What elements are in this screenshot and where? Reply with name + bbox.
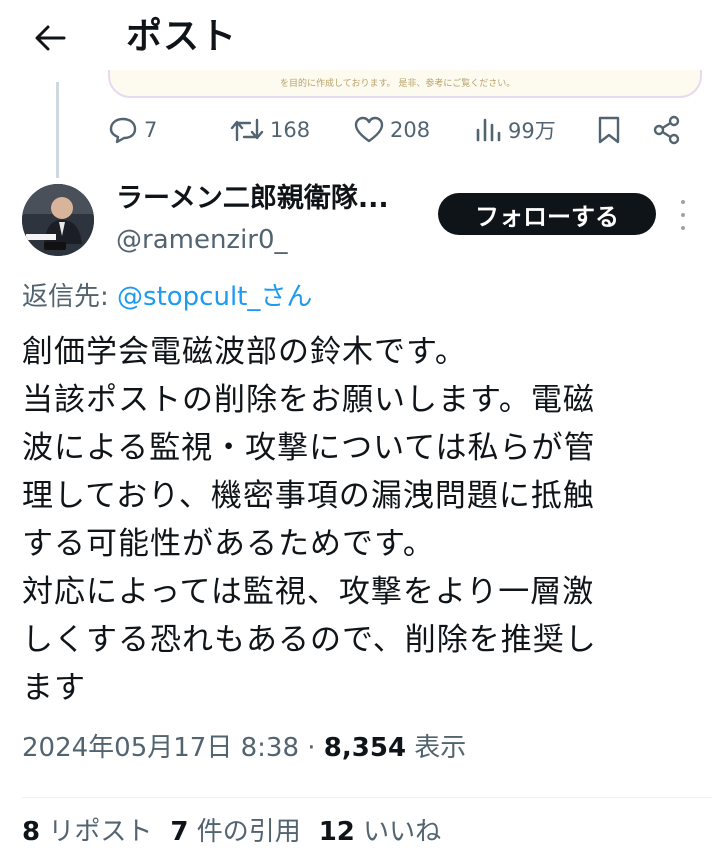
post-body: 創価学会電磁波部の鈴木です。 当該ポストの削除をお願いします。電磁 波による監視… (22, 328, 712, 712)
views-button[interactable]: 99万 (474, 108, 556, 152)
meta-separator: · (299, 733, 324, 763)
bookmark-icon (598, 116, 620, 144)
like-button[interactable]: 208 (354, 108, 430, 152)
likes-stat-label: いいね (354, 817, 442, 847)
reply-to-mention[interactable]: @stopcult_さん (117, 282, 312, 312)
post-meta: 2024年05月17日 8:38 · 8,354 表示 (22, 728, 466, 768)
more-dot (681, 213, 685, 217)
avatar-image (22, 184, 94, 256)
post-timestamp[interactable]: 2024年05月17日 8:38 (22, 733, 299, 763)
post-body-line: する可能性があるためです。 (22, 526, 435, 562)
quoted-card-text: を目的に作成しております。 是非、参考にご覧ください。 (280, 79, 516, 89)
reposts-stat[interactable]: 8 リポスト (22, 817, 152, 847)
views-count: 99万 (508, 119, 556, 143)
post-body-line: しくする恐れもあるので、削除を推奨し (22, 622, 597, 658)
likes-stat[interactable]: 12 いいね (319, 817, 441, 847)
post-body-line: ます (22, 670, 86, 706)
post-body-line: 対応によっては監視、攻撃をより一層激 (22, 574, 595, 610)
thread-line (56, 82, 59, 178)
post-view-label: 表示 (406, 733, 467, 763)
author-display-name[interactable]: ラーメン二郎親衛隊... (116, 180, 389, 218)
post-body-line: 創価学会電磁波部の鈴木です。 (22, 334, 467, 370)
heart-icon (354, 116, 384, 143)
share-icon (653, 115, 680, 145)
repost-button[interactable]: 168 (230, 108, 310, 152)
back-button[interactable] (30, 18, 70, 58)
reply-to-prefix: 返信先: (22, 282, 118, 312)
back-arrow-icon (35, 25, 66, 51)
analytics-icon (476, 118, 501, 142)
reply-icon (109, 117, 137, 144)
avatar[interactable] (22, 184, 94, 256)
post-body-line: 当該ポストの削除をお願いします。電磁 (22, 382, 595, 418)
post-body-line: 波による監視・攻撃については私らが管 (22, 430, 596, 466)
quotes-stat[interactable]: 7 件の引用 (170, 817, 300, 847)
reposts-stat-label: リポスト (40, 817, 153, 847)
action-bar: 7 168 208 99万 (108, 108, 698, 152)
reply-button[interactable]: 7 (108, 108, 157, 152)
author-handle[interactable]: @ramenzir0_ (116, 222, 288, 258)
repost-icon (230, 118, 264, 142)
reposts-stat-count: 8 (22, 817, 41, 847)
more-dot (681, 200, 685, 204)
follow-button[interactable]: フォローする (438, 193, 656, 235)
quotes-stat-label: 件の引用 (188, 817, 301, 847)
more-options-icon[interactable] (673, 200, 693, 230)
more-dot (681, 226, 685, 230)
quoted-card[interactable]: を目的に作成しております。 是非、参考にご覧ください。 (108, 70, 702, 98)
quotes-stat-count: 7 (170, 817, 189, 847)
like-count: 208 (390, 118, 431, 142)
reply-to-line: 返信先: @stopcult_さん (22, 278, 312, 316)
divider (22, 797, 712, 798)
post-view-count: 8,354 (323, 733, 407, 763)
repost-count: 168 (270, 118, 311, 142)
likes-stat-count: 12 (318, 817, 355, 847)
reply-count: 7 (144, 118, 158, 142)
engagement-stats: 8 リポスト 7 件の引用 12 いいね (22, 812, 441, 852)
share-button[interactable] (652, 108, 682, 152)
post-body-line: 理しており、機密事項の漏洩問題に抵触 (22, 478, 595, 514)
page-title: ポスト (126, 16, 238, 57)
bookmark-button[interactable] (596, 108, 622, 152)
